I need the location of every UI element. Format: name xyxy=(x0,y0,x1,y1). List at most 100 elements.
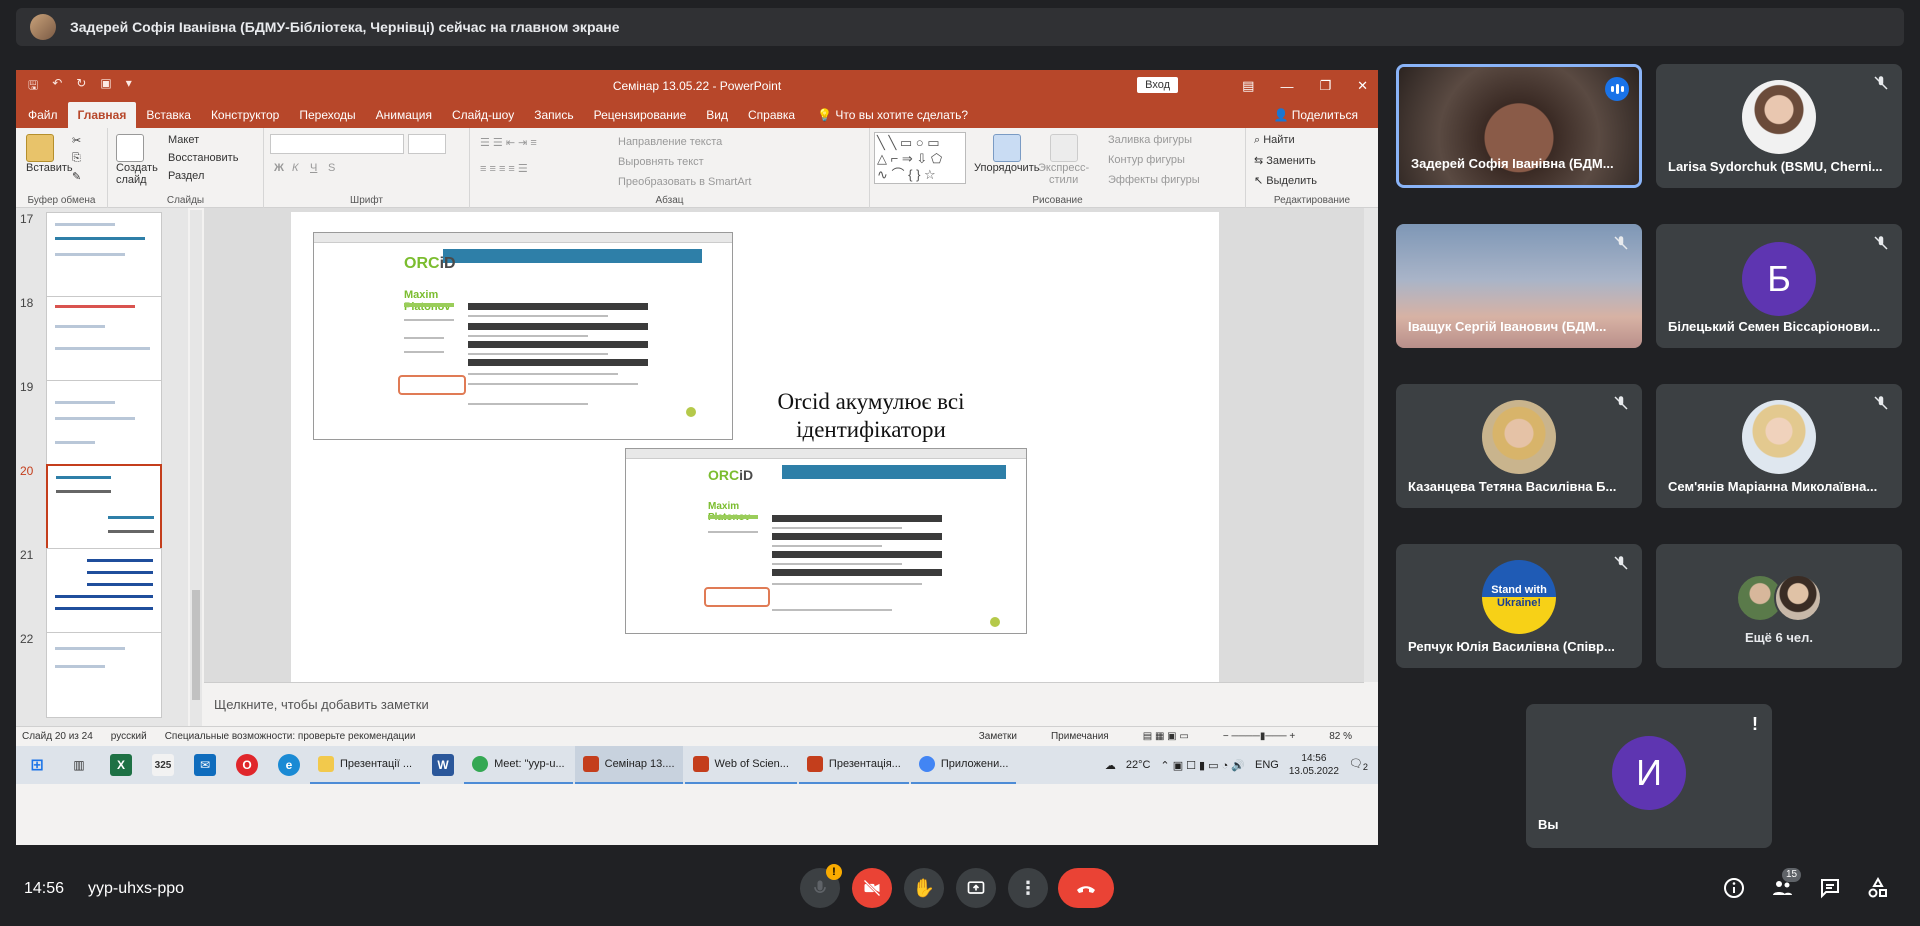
find-button[interactable]: ⌕ Найти xyxy=(1254,134,1295,147)
taskbar-app-chrome[interactable]: Приложени... xyxy=(910,746,1017,784)
info-icon[interactable] xyxy=(1722,876,1746,900)
camera-button[interactable] xyxy=(852,868,892,908)
keyboard-language[interactable]: ENG xyxy=(1255,759,1279,771)
accessibility-status[interactable]: Специальные возможности: проверьте реком… xyxy=(165,731,416,742)
select-button[interactable]: ↖ Выделить xyxy=(1254,174,1317,187)
tab-home[interactable]: Главная xyxy=(67,102,137,128)
taskbar-app-seminar[interactable]: Семінар 13.... xyxy=(574,746,683,784)
tab-insert[interactable]: Вставка xyxy=(136,108,201,128)
close-icon[interactable]: ✕ xyxy=(1357,78,1368,94)
ribbon-display-icon[interactable]: ▤ xyxy=(1242,78,1254,94)
shapes-gallery[interactable]: ╲ ╲ ▭ ○ ▭ △ ⌐ ⇒ ⇩ ⬠ ∿ ⌒ { } ☆ xyxy=(874,132,966,184)
participant-tile[interactable]: Задерей Софія Іванівна (БДМ... xyxy=(1396,64,1642,188)
thumbnail-scrollbar[interactable] xyxy=(190,210,202,780)
redo-icon[interactable]: ↻ xyxy=(76,76,86,97)
share-button[interactable]: 👤 Поделиться xyxy=(1273,108,1358,128)
slide-thumbnail-18[interactable] xyxy=(46,296,162,382)
participant-tile[interactable]: Larisa Sydorchuk (BSMU, Cherni... xyxy=(1656,64,1902,188)
mic-button[interactable]: ! xyxy=(800,864,842,908)
slideshow-icon[interactable]: ▣ xyxy=(100,76,111,97)
taskbar-app-presentation[interactable]: Презентація... xyxy=(798,746,909,784)
opera-icon[interactable]: O xyxy=(236,754,258,776)
activities-icon[interactable] xyxy=(1866,876,1890,900)
participant-tile[interactable]: Іващук Сергій Іванович (БДМ... xyxy=(1396,224,1642,348)
tab-view[interactable]: Вид xyxy=(696,108,738,128)
participant-tile[interactable]: Б Білецький Семен Віссаріонови... xyxy=(1656,224,1902,348)
align-icons[interactable]: ≡ ≡ ≡ ≡ ☰ xyxy=(480,162,528,175)
text-direction-button[interactable]: Направление текста xyxy=(618,136,722,148)
slide-thumbnail-17[interactable] xyxy=(46,212,162,298)
italic-icon[interactable]: К xyxy=(292,162,298,174)
align-text-button[interactable]: Выровнять текст xyxy=(618,156,704,168)
smartart-button[interactable]: Преобразовать в SmartArt xyxy=(618,176,751,188)
reset-button[interactable]: Восстановить xyxy=(168,152,238,164)
slide-thumbnail-19[interactable] xyxy=(46,380,162,466)
quick-styles-button[interactable]: Экспресс- стили xyxy=(1038,134,1089,186)
self-tile[interactable]: ! И Вы xyxy=(1526,704,1772,848)
slide-thumbnail-20[interactable] xyxy=(46,464,162,550)
shape-outline-button[interactable]: Контур фигуры xyxy=(1108,154,1185,166)
bullets-icon[interactable]: ☰ ☰ ⇤ ⇥ ≡ xyxy=(480,136,537,149)
strikethrough-icon[interactable]: S xyxy=(328,162,335,174)
calendar-icon[interactable]: 325 xyxy=(152,754,174,776)
temperature[interactable]: 22°C xyxy=(1126,759,1151,771)
weather-icon[interactable]: ☁ xyxy=(1105,759,1116,772)
notes-pane[interactable]: Щелкните, чтобы добавить заметки xyxy=(204,682,1364,726)
new-slide-button[interactable]: Создать слайд xyxy=(116,134,158,186)
taskbar-app-meet[interactable]: Meet: "yyp-u... xyxy=(464,746,573,784)
zoom-level[interactable]: 82 % xyxy=(1329,731,1352,742)
excel-icon[interactable]: X xyxy=(110,754,132,776)
arrange-button[interactable]: Упорядочить xyxy=(974,134,1039,174)
customize-icon[interactable]: ▾ xyxy=(126,76,132,97)
present-button[interactable] xyxy=(956,868,996,908)
participant-tile[interactable]: Казанцева Тетяна Василівна Б... xyxy=(1396,384,1642,508)
edge-icon[interactable]: e xyxy=(278,754,300,776)
tab-animations[interactable]: Анимация xyxy=(366,108,442,128)
zoom-slider[interactable]: − ────▮─── + xyxy=(1223,731,1295,742)
font-size-box[interactable] xyxy=(408,134,446,154)
view-buttons[interactable]: ▤ ▦ ▣ ▭ xyxy=(1143,731,1189,742)
shape-effects-button[interactable]: Эффекты фигуры xyxy=(1108,174,1200,186)
tell-me-input[interactable]: 💡 Что вы хотите сделать? xyxy=(817,108,968,128)
signin-button[interactable]: Вход xyxy=(1137,77,1178,93)
copy-icon[interactable]: ⎘ xyxy=(72,152,81,165)
leave-call-button[interactable] xyxy=(1058,868,1114,908)
tab-record[interactable]: Запись xyxy=(524,108,583,128)
font-name-box[interactable] xyxy=(270,134,404,154)
more-participants-tile[interactable]: Ещё 6 чел. xyxy=(1656,544,1902,668)
format-painter-icon[interactable]: ✎ xyxy=(72,170,81,183)
taskbar-app-wos[interactable]: Web of Scien... xyxy=(684,746,797,784)
word-icon[interactable]: W xyxy=(432,754,455,776)
tab-slideshow[interactable]: Слайд-шоу xyxy=(442,108,524,128)
replace-button[interactable]: ⇆ Заменить xyxy=(1254,154,1316,167)
chat-icon[interactable] xyxy=(1818,876,1842,900)
minimize-icon[interactable]: — xyxy=(1280,79,1293,94)
participant-tile[interactable]: Stand with Ukraine! Репчук Юлія Василівн… xyxy=(1396,544,1642,668)
tab-design[interactable]: Конструктор xyxy=(201,108,289,128)
tray-icons[interactable]: ⌃ ▣ ☐ ▮ ▭ ◔ 🔊 xyxy=(1160,759,1245,772)
undo-icon[interactable]: ↶ xyxy=(52,76,62,97)
bold-icon[interactable]: Ж xyxy=(274,162,284,174)
tab-review[interactable]: Рецензирование xyxy=(584,108,697,128)
slide-thumbnail-22[interactable] xyxy=(46,632,162,718)
raise-hand-button[interactable]: ✋ xyxy=(904,868,944,908)
taskbar-app-explorer[interactable]: Презентації ... xyxy=(310,746,421,784)
cut-icon[interactable]: ✂ xyxy=(72,134,81,147)
language-status[interactable]: русский xyxy=(111,731,147,742)
mail-icon[interactable]: ✉ xyxy=(194,754,216,776)
tab-transitions[interactable]: Переходы xyxy=(289,108,365,128)
shape-fill-button[interactable]: Заливка фигуры xyxy=(1108,134,1192,146)
comments-toggle[interactable]: Примечания xyxy=(1051,731,1109,742)
task-view-icon[interactable]: ▥ xyxy=(68,754,90,776)
more-options-button[interactable]: ⋮ xyxy=(1008,868,1048,908)
slide-scrollbar[interactable] xyxy=(1364,208,1378,682)
notification-icon[interactable]: 🗨2 xyxy=(1349,757,1368,772)
maximize-icon[interactable]: ❐ xyxy=(1319,78,1331,94)
section-button[interactable]: Раздел xyxy=(168,170,204,182)
windows-start-icon[interactable]: ⊞ xyxy=(26,754,48,776)
save-icon[interactable]: 🖫 xyxy=(28,76,38,97)
taskbar-clock[interactable]: 14:56 13.05.2022 xyxy=(1289,752,1339,778)
slide-thumbnail-21[interactable] xyxy=(46,548,162,634)
tab-file[interactable]: Файл xyxy=(18,108,68,128)
paste-button[interactable]: Вставить xyxy=(26,134,73,174)
